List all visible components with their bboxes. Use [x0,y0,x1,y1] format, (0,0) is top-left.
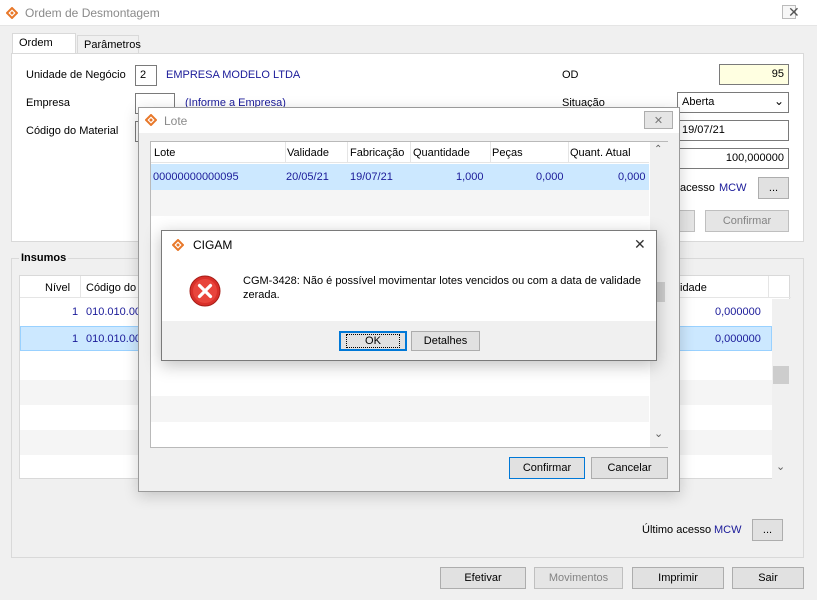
date-field[interactable]: 19/07/21 [677,120,789,141]
lote-dialog-titlebar: Lote ✕ [139,108,679,133]
table-row[interactable]: 00000000000095 20/05/21 19/07/21 1,000 0… [151,164,649,190]
ultimo-acesso-user: MCW [719,182,747,194]
col-quantidade: idade [680,282,707,294]
row-nivel: 1 [72,333,79,345]
lote-cell-validade: 20/05/21 [286,171,329,183]
empresa-label: Empresa [26,97,71,109]
lote-cell-quant-atual: 0,000 [618,171,646,183]
lote-col-pecas: Peças [492,147,523,159]
message-box-titlebar: CIGAM ✕ [162,231,656,258]
ok-button[interactable]: OK [339,331,407,351]
col-divider [347,142,348,163]
insumos-scrollbar[interactable]: ⌄ [772,299,790,479]
cigam-app-icon [145,114,157,126]
scroll-down-icon[interactable]: ⌄ [654,427,663,440]
table-row[interactable] [151,190,649,216]
message-box-body [162,258,656,321]
lote-cell-fabricacao: 19/07/21 [350,171,393,183]
tab-ordem[interactable]: Ordem [12,33,76,54]
insumos-ultimo-acesso-user: MCW [714,524,742,536]
table-row[interactable] [151,396,649,422]
row-quantidade: 0,000000 [715,306,761,318]
lote-col-quant-atual: Quant. Atual [570,147,631,159]
tab-ordem-label: Ordem [19,37,53,49]
error-icon [189,275,221,310]
row-nivel: 1 [72,306,79,318]
lote-cancelar-button[interactable]: Cancelar [591,457,668,479]
ultimo-acesso-partial-label: acesso [680,182,715,194]
close-icon[interactable]: ✕ [634,236,646,253]
scroll-down-icon[interactable]: ⌄ [776,460,785,473]
close-icon: ✕ [653,114,664,127]
lote-close-button[interactable]: ✕ [644,111,673,129]
ultimo-acesso-ellipsis-button[interactable]: ... [758,177,789,199]
scroll-thumb[interactable] [773,366,789,384]
lote-cell-quantidade: 1,000 [456,171,484,183]
lote-col-fabricacao: Fabricação [350,147,405,159]
lote-col-quantidade: Quantidade [413,147,470,159]
chevron-down-icon: ⌄ [773,94,784,108]
lote-dialog-title: Lote [164,114,188,128]
od-field[interactable]: 95 [719,64,789,85]
col-divider [285,142,286,163]
quantity-field[interactable]: 100,000000 [677,148,789,169]
imprimir-button[interactable]: Imprimir [632,567,724,589]
lote-col-validade: Validade [287,147,329,159]
lote-confirmar-button[interactable]: Confirmar [509,457,585,479]
scroll-up-icon[interactable]: ⌃ [654,144,662,155]
insumos-ultimo-acesso-label: Último acesso [642,524,712,536]
message-box-title: CIGAM [193,238,233,252]
row-codigo: 010.010.00 [86,333,142,345]
row-codigo: 010.010.00 [86,306,142,318]
message-line-2: zerada. [243,289,280,301]
insumos-title: Insumos [19,252,69,264]
codigo-material-label: Código do Material [26,125,119,137]
efetivar-button[interactable]: Efetivar [440,567,526,589]
tab-parametros-label: Parâmetros [84,39,141,51]
close-icon[interactable]: ✕ [788,4,800,21]
form-confirmar-button[interactable]: Confirmar [705,210,789,232]
unidade-label: Unidade de Negócio [26,69,126,81]
message-line-1: CGM-3428: Não é possível movimentar lote… [243,275,642,287]
situacao-select[interactable]: Aberta ⌄ [677,92,789,113]
col-divider [80,276,81,298]
row-quantidade: 0,000000 [715,333,761,345]
main-window-titlebar: Ordem de Desmontagem ✕ [0,0,817,26]
message-box: CIGAM ✕ CGM-3428: Não é possível movimen… [161,230,657,361]
movimentos-button[interactable]: Movimentos [534,567,623,589]
cigam-app-icon [172,239,184,251]
cigam-app-icon [6,7,18,19]
col-divider [410,142,411,163]
insumos-ellipsis-button[interactable]: ... [752,519,783,541]
lote-col-lote: Lote [154,147,176,159]
detalhes-button[interactable]: Detalhes [411,331,480,351]
col-divider [568,142,569,163]
lote-cell-pecas: 0,000 [536,171,564,183]
unidade-name: EMPRESA MODELO LTDA [166,69,301,81]
unidade-code-field[interactable]: 2 [135,65,157,86]
col-divider [490,142,491,163]
tab-parametros[interactable]: Parâmetros [77,35,141,54]
main-window-title: Ordem de Desmontagem [25,6,160,20]
lote-cell-lote: 00000000000095 [153,171,239,183]
sair-button[interactable]: Sair [732,567,804,589]
od-label: OD [562,69,579,81]
col-codigo: Código do [86,282,137,294]
col-nivel: Nível [45,282,71,294]
situacao-value: Aberta [682,96,715,108]
ok-label: OK [346,334,400,348]
col-divider [768,276,769,298]
